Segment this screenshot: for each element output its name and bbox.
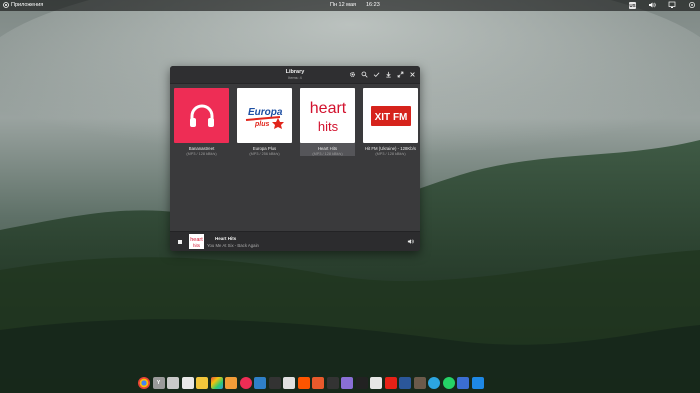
cube-icon[interactable] — [326, 377, 339, 389]
word-icon[interactable] — [384, 377, 397, 389]
player-bar: heart hits Heart Hits You Me At Six - Ba… — [170, 231, 420, 251]
settings-app-icon[interactable] — [254, 377, 266, 389]
radio-icon[interactable] — [297, 377, 310, 389]
station-grid: Bananastreet (MP3 / 128 kBit/s) Europa p… — [174, 88, 418, 156]
search-icon[interactable] — [361, 71, 368, 78]
minimize-icon[interactable] — [385, 71, 392, 78]
station-name: Heart Hits — [317, 146, 338, 151]
volume-icon — [407, 239, 414, 244]
headphones-icon — [189, 104, 214, 127]
station-name: Bananastreet — [188, 146, 215, 151]
volume-icon[interactable] — [648, 1, 656, 9]
terminal-dark-icon[interactable] — [268, 377, 281, 389]
notes-icon[interactable] — [196, 377, 208, 389]
station-art: Europa plus — [237, 88, 292, 143]
gimp-icon[interactable] — [413, 377, 426, 389]
close-icon[interactable] — [409, 71, 416, 78]
calculator-icon[interactable] — [355, 377, 368, 389]
station-tile-europa-plus[interactable]: Europa plus Europa Plus (MP3 / 256 kBit/… — [237, 88, 292, 156]
now-playing-track: You Me At Six - Back Again — [207, 243, 259, 248]
station-name: Europa Plus — [252, 146, 277, 151]
whatsapp-icon[interactable] — [442, 377, 455, 389]
date-label: Пн 12 мая — [330, 2, 356, 8]
station-art: heart hits — [300, 88, 355, 143]
vpn-icon[interactable] — [457, 377, 469, 389]
station-art: ХIТ FM — [363, 88, 418, 143]
europa-plus-logo: Europa plus — [245, 107, 284, 129]
svg-text:heart: heart — [309, 100, 346, 117]
station-format: (MP3 / 256 kBit/s) — [249, 152, 280, 156]
dock: Y — [136, 374, 486, 392]
settings-gear-icon[interactable] — [349, 71, 356, 78]
now-playing-station: Heart Hits — [215, 236, 237, 241]
top-panel: Приложения Пн 12 мая 16:23 US — [0, 0, 700, 11]
window-titlebar[interactable]: Library Items: 4 — [170, 66, 420, 84]
youtube-icon[interactable] — [370, 377, 382, 389]
telegram-icon[interactable] — [428, 377, 440, 389]
maximize-icon[interactable] — [397, 71, 404, 78]
station-format: (MP3 / 128 kBit/s) — [375, 152, 406, 156]
monitor-icon[interactable] — [399, 377, 411, 389]
station-art — [174, 88, 229, 143]
station-name: Hit FM (Ukraine) - 128Kb/s — [364, 146, 417, 151]
library-window: Library Items: 4 Bananastreet (MP3 / 128… — [170, 66, 420, 251]
svg-text:plus: plus — [254, 121, 269, 128]
network-icon[interactable] — [668, 1, 676, 9]
station-tile-bananastreet[interactable]: Bananastreet (MP3 / 128 kBit/s) — [174, 88, 229, 156]
mail-icon[interactable] — [181, 377, 194, 389]
now-playing-art: heart hits — [189, 234, 204, 249]
checkmark-icon[interactable] — [373, 71, 380, 78]
terminal-icon[interactable] — [341, 377, 353, 389]
svg-text:hits: hits — [193, 243, 201, 248]
heart-hits-small-logo: heart hits — [190, 237, 203, 248]
music-icon[interactable] — [225, 377, 237, 389]
files-icon[interactable] — [167, 377, 179, 389]
svg-text:ХIТ FM: ХIТ FM — [374, 112, 407, 123]
station-tile-heart-hits[interactable]: heart hits Heart Hits (MP3 / 128 kBit/s) — [300, 88, 355, 156]
keyboard-layout-indicator[interactable]: US — [629, 1, 636, 9]
time-label: 16:23 — [365, 2, 380, 8]
photos-icon[interactable] — [210, 377, 223, 389]
applications-icon — [3, 2, 9, 8]
applications-label: Приложения — [11, 2, 44, 8]
cloud-icon[interactable] — [471, 377, 484, 389]
volume-button[interactable] — [407, 238, 414, 247]
cast-icon[interactable] — [312, 377, 324, 389]
station-format: (MP3 / 128 kBit/s) — [186, 152, 217, 156]
soundcloud-icon[interactable] — [283, 377, 295, 389]
tweaks-icon[interactable]: Y — [152, 377, 165, 389]
station-tile-hit-fm[interactable]: ХIТ FM Hit FM (Ukraine) - 128Kb/s (MP3 /… — [363, 88, 418, 156]
chrome-icon[interactable] — [138, 377, 150, 389]
stop-button[interactable] — [178, 240, 182, 244]
svg-text:hits: hits — [317, 119, 338, 134]
applications-menu[interactable]: Приложения — [3, 2, 43, 8]
headphones-app-icon[interactable] — [239, 377, 252, 389]
date-time[interactable]: Пн 12 мая 16:23 — [330, 2, 380, 8]
power-icon[interactable] — [688, 1, 696, 9]
station-format: (MP3 / 128 kBit/s) — [312, 152, 343, 156]
heart-hits-logo: heart hits — [309, 100, 346, 134]
system-tray: US — [629, 1, 696, 9]
hit-fm-logo: ХIТ FM — [370, 105, 411, 126]
